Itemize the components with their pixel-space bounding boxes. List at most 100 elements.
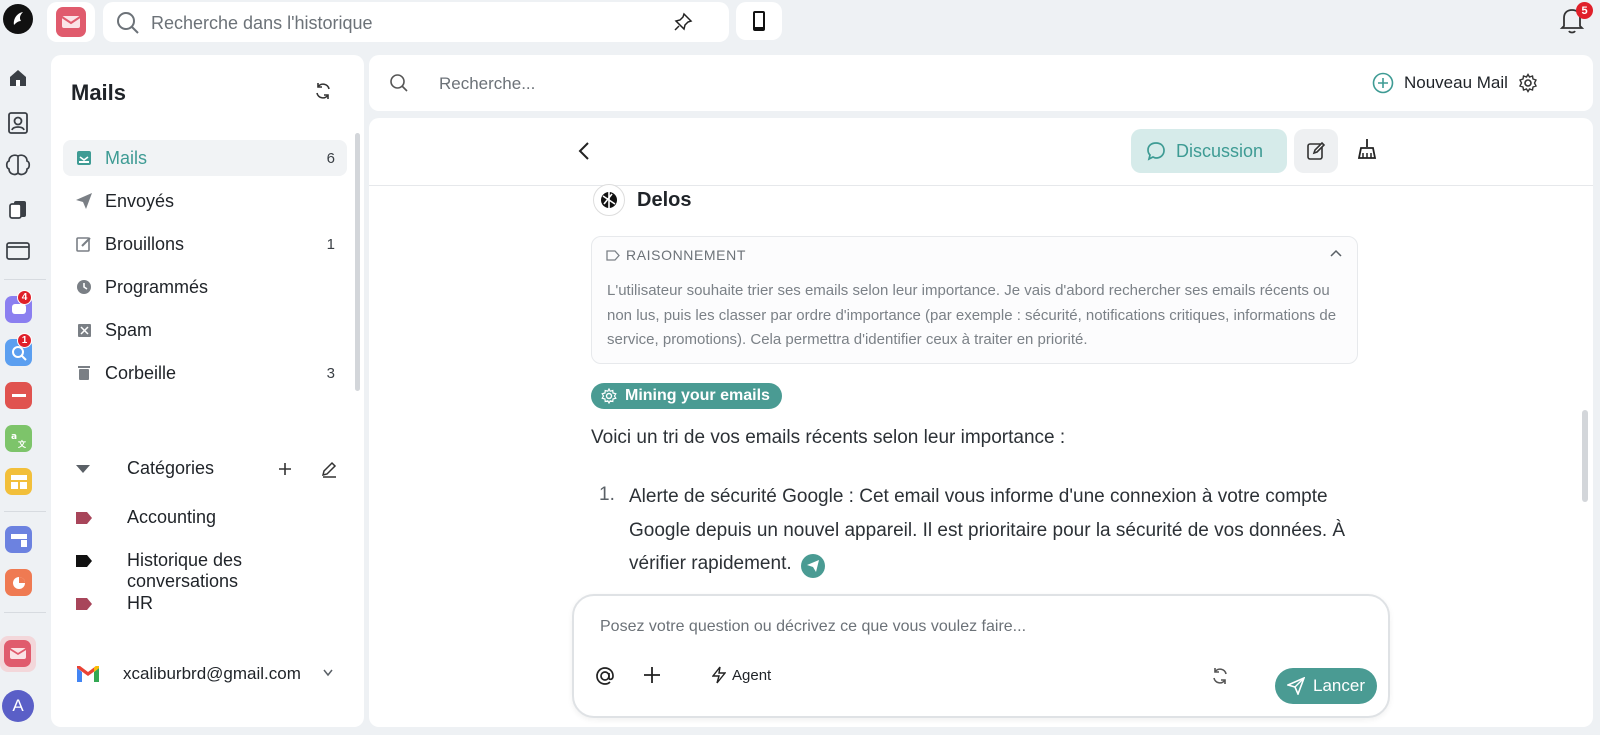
clock-icon xyxy=(75,278,93,296)
history-search-box[interactable]: Recherche dans l'historique xyxy=(103,2,729,42)
folder-label: Brouillons xyxy=(105,234,185,254)
folder-label: Spam xyxy=(105,320,153,340)
chart-app-icon[interactable] xyxy=(5,569,32,596)
mobile-button[interactable] xyxy=(736,2,782,40)
mail-search-bar: Recherche... Nouveau Mail xyxy=(369,55,1593,111)
account-email: xcaliburbrd@gmail.com xyxy=(123,664,301,683)
folder-label: Corbeille xyxy=(105,363,177,383)
tool-status-label: Mining your emails xyxy=(625,387,770,404)
tag-label: Historique des conversations xyxy=(127,550,243,591)
tag-icon xyxy=(75,554,93,568)
mail-app-tile[interactable] xyxy=(47,2,95,42)
account-switcher[interactable]: xcaliburbrd@gmail.com xyxy=(73,659,353,689)
folder-count: 3 xyxy=(326,365,335,382)
layout-app-icon[interactable] xyxy=(5,468,32,495)
svg-text:a: a xyxy=(11,432,17,442)
user-avatar[interactable]: A xyxy=(2,690,34,722)
refresh-icon[interactable] xyxy=(1210,666,1230,686)
clean-brush-icon[interactable] xyxy=(1354,137,1380,163)
chat-bubble-icon xyxy=(1146,141,1166,161)
tag-label: HR xyxy=(127,593,153,613)
translate-app-icon[interactable]: a文 xyxy=(5,425,32,452)
search-app-badge: 1 xyxy=(17,333,32,348)
chevron-down-icon[interactable] xyxy=(75,464,91,474)
sidebar-scrollbar[interactable] xyxy=(355,133,360,391)
telegram-send-icon[interactable] xyxy=(800,554,825,578)
compose-edit-button[interactable] xyxy=(1294,129,1338,173)
add-plus-icon[interactable] xyxy=(642,665,662,685)
folder-label: Mails xyxy=(105,148,148,168)
chat-app-badge: 4 xyxy=(17,290,32,305)
categories-header[interactable]: Catégories xyxy=(73,455,353,485)
discussion-label: Discussion xyxy=(1176,140,1264,161)
documents-icon[interactable] xyxy=(4,195,32,223)
folder-brouillons[interactable]: Brouillons 1 xyxy=(63,226,347,262)
slides-app-icon[interactable] xyxy=(5,526,32,553)
app-logo-icon[interactable] xyxy=(3,4,33,34)
tag-historique[interactable]: Historique des conversations xyxy=(73,546,353,591)
tag-label: Accounting xyxy=(127,507,217,527)
chevron-down-icon xyxy=(323,669,333,677)
tag-accounting[interactable]: Accounting xyxy=(73,503,353,533)
rail-divider xyxy=(4,279,46,280)
folder-programmes[interactable]: Programmés xyxy=(63,269,347,305)
discussion-header: Discussion xyxy=(369,118,1593,186)
folder-corbeille[interactable]: Corbeille 3 xyxy=(63,355,347,391)
brain-icon[interactable] xyxy=(4,151,32,179)
svg-text:文: 文 xyxy=(18,439,27,448)
new-mail-button[interactable]: Nouveau Mail xyxy=(1372,72,1508,94)
sender-name: Delos xyxy=(637,188,692,211)
settings-gear-icon[interactable] xyxy=(1518,73,1538,93)
send-icon xyxy=(1287,677,1305,695)
contacts-icon[interactable] xyxy=(4,109,32,137)
trash-icon xyxy=(75,364,93,382)
add-category-icon[interactable] xyxy=(277,461,293,477)
list-item-text: Alerte de sécurité Google : Cet email vo… xyxy=(629,486,1346,574)
prompt-composer: Posez votre question ou décrivez ce que … xyxy=(572,594,1390,718)
reasoning-box[interactable]: RAISONNEMENT L'utilisateur souhaite trie… xyxy=(591,236,1358,364)
pin-icon[interactable] xyxy=(673,12,693,32)
home-icon[interactable] xyxy=(4,64,32,92)
folder-label: Envoyés xyxy=(105,191,175,211)
edit-categories-icon[interactable] xyxy=(320,460,338,478)
tool-status-pill: Mining your emails xyxy=(591,383,782,409)
folder-count: 1 xyxy=(326,236,335,253)
agent-label: Agent xyxy=(732,666,772,684)
folder-mails[interactable]: Mails 6 xyxy=(63,140,347,176)
send-button[interactable]: Lancer xyxy=(1275,668,1377,704)
rail-divider-3 xyxy=(4,612,46,613)
discussion-tab[interactable]: Discussion xyxy=(1131,129,1287,173)
prompt-input[interactable]: Posez votre question ou décrivez ce que … xyxy=(600,618,1026,636)
send-label: Lancer xyxy=(1313,676,1365,695)
browser-window-icon[interactable] xyxy=(4,237,32,265)
history-search-placeholder: Recherche dans l'historique xyxy=(151,13,373,33)
mail-rail-icon[interactable] xyxy=(4,640,31,667)
mail-sidebar-title: Mails xyxy=(71,80,127,105)
draft-icon xyxy=(75,235,93,253)
sent-icon xyxy=(75,192,93,210)
discussion-scrollbar[interactable] xyxy=(1582,410,1588,502)
folder-count: 6 xyxy=(326,150,335,167)
agent-toggle[interactable]: Agent xyxy=(712,666,771,684)
inbox-icon xyxy=(75,149,93,167)
folder-spam[interactable]: Spam xyxy=(63,312,347,348)
lightning-icon xyxy=(712,666,726,684)
plus-circle-icon xyxy=(1372,72,1394,94)
tag-outline-icon xyxy=(606,250,620,261)
refresh-icon[interactable] xyxy=(313,81,333,101)
chevron-up-icon[interactable] xyxy=(1330,249,1342,257)
tag-hr[interactable]: HR xyxy=(73,589,353,619)
gmail-icon xyxy=(75,664,101,684)
mail-search-input[interactable]: Recherche... xyxy=(439,74,535,94)
mail-sidebar: Mails Mails 6 Envoyés Brouillons 1 Progr… xyxy=(51,55,364,727)
notifications-badge: 5 xyxy=(1576,2,1593,19)
reasoning-title: RAISONNEMENT xyxy=(626,247,746,263)
back-chevron-icon[interactable] xyxy=(577,140,591,162)
list-item-number: 1. xyxy=(599,484,615,505)
pdf-app-icon[interactable] xyxy=(5,382,32,409)
mention-at-icon[interactable] xyxy=(594,665,616,687)
folder-label: Programmés xyxy=(105,277,209,297)
folder-envoyes[interactable]: Envoyés xyxy=(63,183,347,219)
search-icon xyxy=(389,73,409,93)
message-sender: Delos xyxy=(593,184,691,216)
